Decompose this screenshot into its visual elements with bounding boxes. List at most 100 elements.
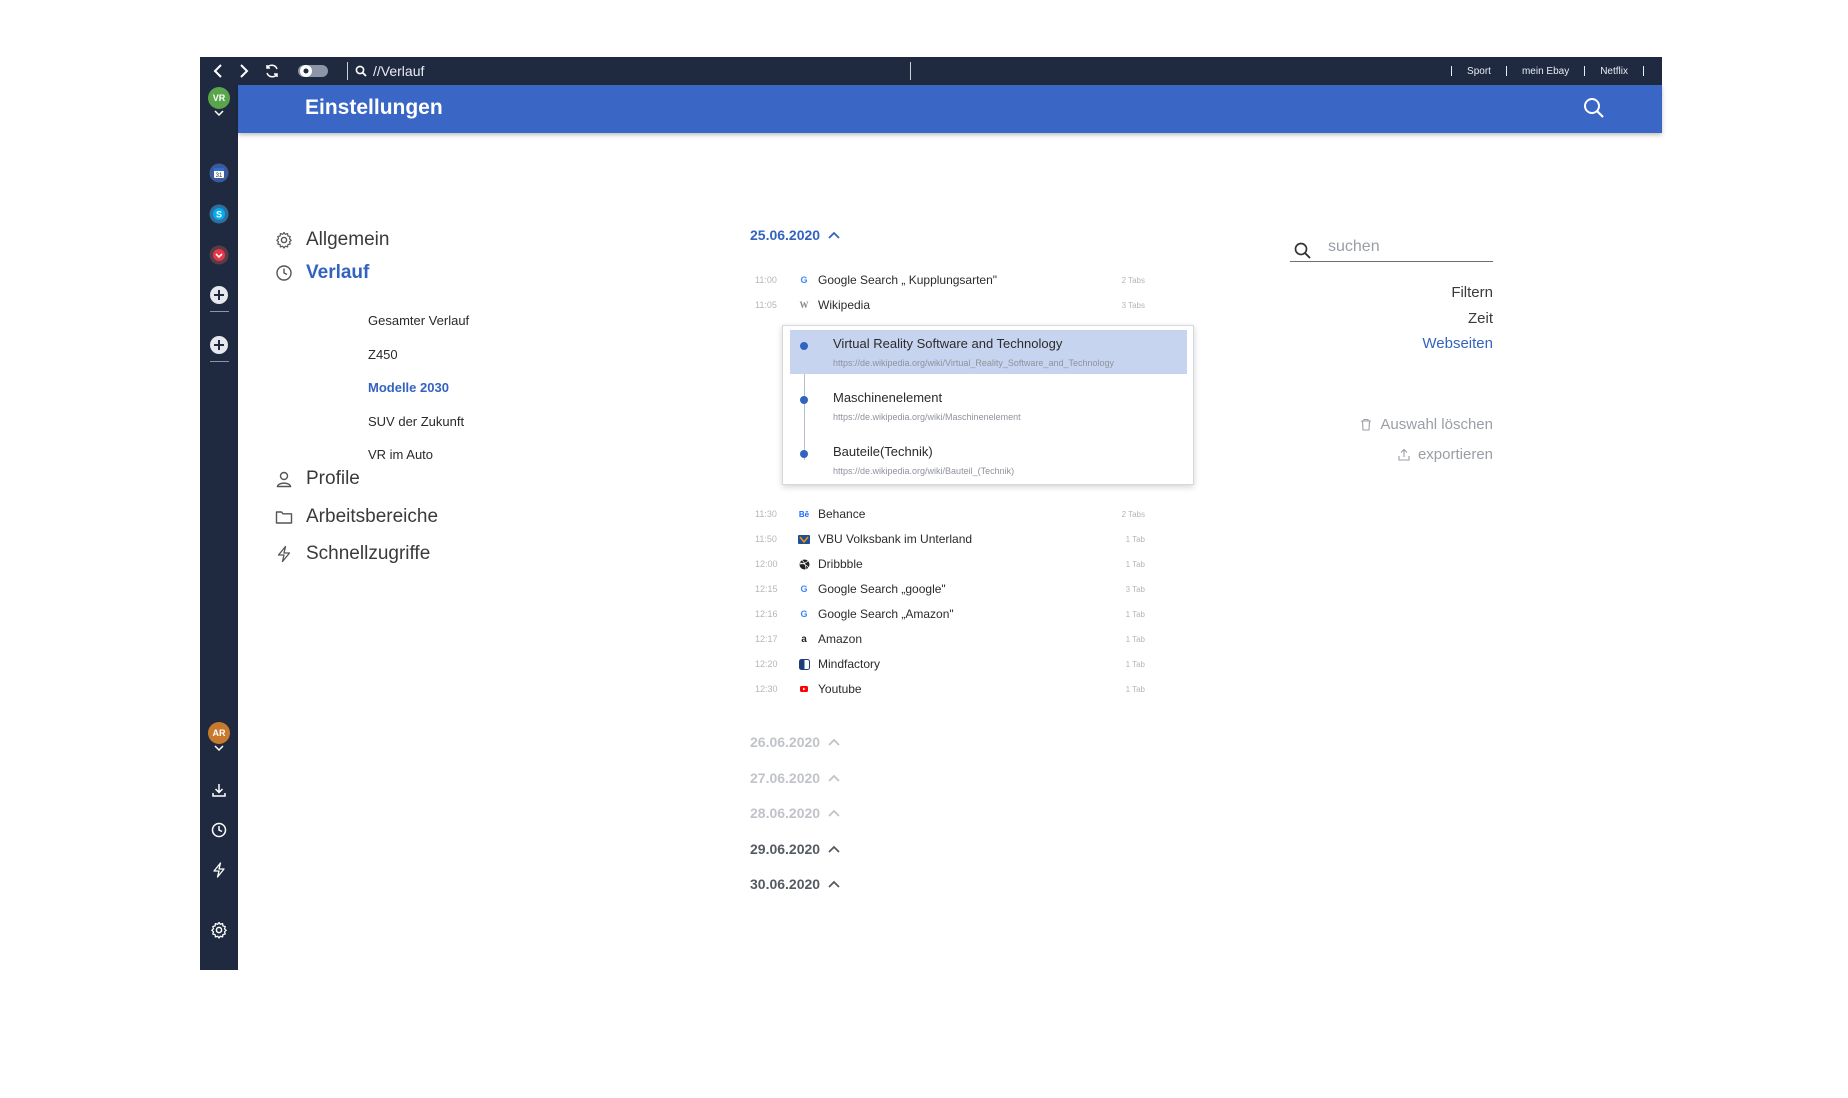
- forward-icon[interactable]: [233, 57, 255, 85]
- history-row[interactable]: 12:17 a Amazon 1 Tab: [755, 629, 1145, 649]
- tabs-popup: Virtual Reality Software and Technology …: [782, 325, 1194, 485]
- add-app-icon[interactable]: [200, 285, 238, 305]
- sidebar-rail: VR 31 S AR: [200, 85, 238, 970]
- rail-divider: [210, 361, 229, 362]
- popup-item[interactable]: Bauteile(Technik) https://de.wikipedia.o…: [790, 438, 1187, 482]
- wikipedia-icon: W: [799, 300, 809, 310]
- export-icon: [1398, 448, 1410, 461]
- header-search-icon[interactable]: [1583, 97, 1605, 124]
- gear-icon[interactable]: [200, 921, 238, 939]
- reload-icon[interactable]: [261, 57, 283, 85]
- dribbble-icon: [796, 556, 812, 572]
- filter-label: Filtern: [1451, 284, 1493, 301]
- download-icon[interactable]: [200, 782, 238, 798]
- bookmark-sport[interactable]: Sport: [1452, 66, 1506, 77]
- google-icon: G: [800, 275, 808, 285]
- nav-arbeitsbereiche[interactable]: Arbeitsbereiche: [275, 506, 438, 528]
- browser-window: //Verlauf Sport mein Ebay Netflix VR 31 …: [200, 57, 1662, 970]
- nav-verlauf[interactable]: Verlauf: [275, 262, 369, 284]
- bookmark-bar: Sport mein Ebay Netflix: [1451, 57, 1644, 85]
- address-bar[interactable]: //Verlauf: [355, 57, 424, 85]
- rail-divider: [210, 311, 229, 312]
- privacy-toggle[interactable]: [296, 57, 330, 85]
- lightning-icon: [277, 545, 291, 563]
- nav-profile[interactable]: Profile: [275, 468, 360, 490]
- search-icon: [355, 65, 367, 77]
- pocket-app-icon[interactable]: [200, 245, 238, 265]
- chevron-down-icon[interactable]: [200, 745, 238, 751]
- timeline-dot: [800, 396, 808, 404]
- filter-websites[interactable]: Webseiten: [1422, 335, 1493, 352]
- sub-z450[interactable]: Z450: [368, 347, 398, 362]
- history-row[interactable]: 12:16 G Google Search „Amazon" 1 Tab: [755, 604, 1145, 624]
- user-avatar-vr[interactable]: VR: [200, 87, 238, 109]
- sub-gesamter-verlauf[interactable]: Gesamter Verlauf: [368, 313, 469, 328]
- sub-suv-der-zukunft[interactable]: SUV der Zukunft: [368, 414, 464, 429]
- history-row[interactable]: 11:00 G Google Search „ Kupplungsarten" …: [755, 270, 1145, 290]
- date-header[interactable]: 30.06.2020: [750, 876, 840, 892]
- back-icon[interactable]: [207, 57, 229, 85]
- behance-icon: Bē: [798, 509, 810, 519]
- volksbank-icon: [796, 531, 812, 547]
- history-search[interactable]: [1290, 234, 1493, 262]
- chevron-down-icon[interactable]: [200, 110, 238, 116]
- mindfactory-icon: [796, 656, 812, 672]
- popup-item[interactable]: Maschinenelement https://de.wikipedia.or…: [790, 384, 1187, 428]
- address-separator: [347, 62, 348, 80]
- clear-selection-button[interactable]: Auswahl löschen: [1360, 416, 1493, 433]
- bookmark-netflix[interactable]: Netflix: [1585, 66, 1643, 77]
- folder-icon: [275, 511, 293, 524]
- svg-text:S: S: [216, 210, 222, 220]
- add-workspace-icon[interactable]: [200, 335, 238, 355]
- chevron-up-icon: [828, 880, 840, 888]
- nav-allgemein[interactable]: Allgemein: [275, 229, 389, 251]
- history-row[interactable]: 11:30 Bē Behance 2 Tabs: [755, 504, 1145, 524]
- chevron-up-icon: [828, 774, 840, 782]
- timeline-dot: [800, 342, 808, 350]
- date-header-current[interactable]: 25.06.2020: [750, 227, 840, 243]
- youtube-icon: [796, 681, 812, 697]
- export-button[interactable]: exportieren: [1398, 446, 1493, 463]
- settings-header: Einstellungen: [238, 85, 1662, 133]
- lightning-icon[interactable]: [200, 862, 238, 878]
- history-row[interactable]: 11:05 W Wikipedia 3 Tabs: [755, 295, 1145, 315]
- text-cursor: [910, 62, 911, 80]
- gear-icon: [276, 231, 292, 249]
- date-header[interactable]: 29.06.2020: [750, 841, 840, 857]
- history-row[interactable]: 12:00 Dribbble 1 Tab: [755, 554, 1145, 574]
- search-input[interactable]: [1328, 234, 1488, 260]
- bookmark-ebay[interactable]: mein Ebay: [1507, 66, 1584, 77]
- sub-vr-im-auto[interactable]: VR im Auto: [368, 447, 433, 462]
- person-icon: [276, 471, 292, 488]
- calendar-app-icon[interactable]: 31: [200, 163, 238, 183]
- history-clock-icon[interactable]: [200, 822, 238, 838]
- amazon-icon: a: [801, 633, 807, 645]
- sub-modelle-2030[interactable]: Modelle 2030: [368, 380, 449, 395]
- google-icon: G: [800, 584, 808, 594]
- chevron-up-icon: [828, 738, 840, 746]
- history-row[interactable]: 11:50 VBU Volksbank im Unterland 1 Tab: [755, 529, 1145, 549]
- history-row[interactable]: 12:20 Mindfactory 1 Tab: [755, 654, 1145, 674]
- browser-toolbar: //Verlauf Sport mein Ebay Netflix: [200, 57, 1662, 85]
- user-avatar-ar[interactable]: AR: [200, 722, 238, 744]
- clock-icon: [276, 265, 292, 281]
- chevron-up-icon: [828, 231, 840, 239]
- nav-schnellzugriffe[interactable]: Schnellzugriffe: [275, 543, 430, 565]
- filter-time[interactable]: Zeit: [1468, 310, 1493, 327]
- date-header[interactable]: 27.06.2020: [750, 770, 840, 786]
- page-title: Einstellungen: [305, 96, 443, 119]
- history-row[interactable]: 12:30 Youtube 1 Tab: [755, 679, 1145, 699]
- chevron-up-icon: [828, 845, 840, 853]
- svg-text:31: 31: [216, 173, 223, 179]
- date-header[interactable]: 26.06.2020: [750, 734, 840, 750]
- chevron-up-icon: [828, 809, 840, 817]
- timeline-dot: [800, 450, 808, 458]
- trash-icon: [1361, 418, 1372, 431]
- popup-item-selected[interactable]: Virtual Reality Software and Technology …: [790, 330, 1187, 374]
- address-text: //Verlauf: [373, 63, 425, 79]
- skype-app-icon[interactable]: S: [200, 204, 238, 224]
- search-icon: [1294, 242, 1311, 259]
- history-row[interactable]: 12:15 G Google Search „google" 3 Tab: [755, 579, 1145, 599]
- google-icon: G: [800, 609, 808, 619]
- date-header[interactable]: 28.06.2020: [750, 805, 840, 821]
